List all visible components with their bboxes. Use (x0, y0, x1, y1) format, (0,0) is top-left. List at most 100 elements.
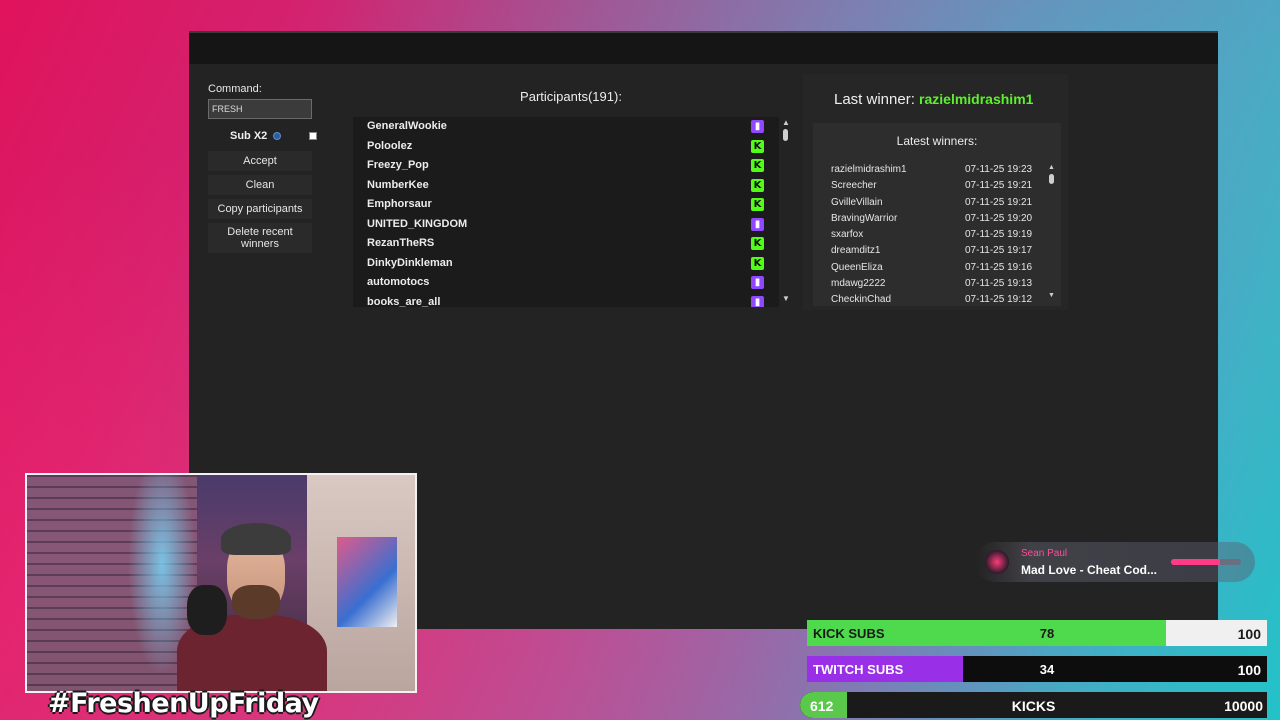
kick-icon: K (751, 139, 764, 153)
accept-button[interactable]: Accept (208, 151, 312, 171)
winner-row[interactable]: BravingWarrior 07-11-25 19:20 (831, 212, 1036, 228)
scroll-up-arrow-icon[interactable]: ▲ (782, 118, 790, 127)
twitch-subs-label: TWITCH SUBS (813, 662, 904, 677)
winner-row[interactable]: sxarfox 07-11-25 19:19 (831, 228, 1036, 244)
participants-title: Participants(191): (520, 89, 622, 104)
winner-row[interactable]: CheckinChad 07-11-25 19:12 (831, 293, 1036, 303)
last-winner-label: Last winner: (834, 91, 915, 108)
kick-icon: K (751, 256, 764, 270)
webcam-feed (25, 473, 417, 693)
twitch-subs-goal: 100 (1237, 662, 1261, 678)
winner-time: 07-11-25 19:19 (965, 229, 1033, 241)
winner-name: BravingWarrior (831, 212, 898, 224)
winner-row[interactable]: GvilleVillain 07-11-25 19:21 (831, 196, 1036, 212)
participant-row[interactable]: Poloolez K (353, 137, 779, 157)
twitch-subs-bar: TWITCH SUBS 34 100 (807, 656, 1267, 682)
winner-name: GvilleVillain (831, 196, 883, 208)
kick-subs-bar: KICK SUBS 78 100 (807, 620, 1267, 646)
winner-name: mdawg2222 (831, 278, 886, 290)
twitch-icon: ▮ (751, 295, 764, 307)
album-art (985, 550, 1009, 574)
participant-name: UNITED_KINGDOM (367, 217, 468, 230)
kick-icon: K (751, 237, 764, 250)
participants-scrollbar[interactable] (783, 129, 788, 141)
participant-name: Freezy_Pop (367, 159, 429, 171)
latest-winners-box: Latest winners: razielmidrashim1 07-11-25… (813, 123, 1061, 306)
latest-winners-list[interactable]: razielmidrashim1 07-11-25 19:23 Screecher 0… (831, 163, 1036, 303)
now-playing-progress (1171, 559, 1241, 565)
winner-time: 07-11-25 19:21 (965, 196, 1033, 208)
scroll-down-arrow-icon[interactable]: ▼ (782, 294, 790, 303)
kicks-goal: 10000 (1224, 698, 1263, 714)
now-playing-widget: Sean Paul Mad Love - Cheat Cod... (975, 542, 1255, 582)
winners-panel: Last winner: razielmidrashim1 Latest win… (803, 74, 1068, 310)
winner-row[interactable]: mdawg2222 07-11-25 19:13 (831, 277, 1036, 293)
latest-winners-title: Latest winners: (896, 134, 978, 148)
participant-row[interactable]: UNITED_KINGDOM ▮ (353, 215, 779, 235)
copy-participants-button[interactable]: Copy participants (208, 199, 312, 219)
winner-name: sxarfox (831, 229, 864, 241)
participant-name: automotocs (367, 276, 430, 288)
participant-row[interactable]: books_are_all ▮ (353, 293, 779, 308)
kicks-label: KICKS (1011, 698, 1056, 714)
info-icon[interactable] (273, 132, 281, 140)
winner-time: 07-11-25 19:23 (965, 164, 1033, 175)
participant-name: GeneralWookie (367, 120, 447, 132)
delete-recent-winners-button[interactable]: Delete recent winners (208, 223, 312, 253)
winner-time: 07-11-25 19:12 (965, 294, 1033, 303)
now-playing-title: Mad Love - Cheat Cod... (1021, 563, 1158, 577)
participant-name: books_are_all (367, 295, 441, 308)
winners-scrollbar[interactable] (1049, 174, 1054, 184)
last-winner: Last winner: razielmidrashim1 (834, 91, 1033, 108)
participant-row[interactable]: NumberKee K (353, 176, 779, 196)
twitch-subs-count: 34 (1039, 662, 1055, 677)
sub-x2-row: Sub X2 (208, 127, 317, 147)
winner-name: CheckinChad (831, 294, 892, 303)
winner-row[interactable]: Screecher 07-11-25 19:21 (831, 179, 1036, 195)
clean-button[interactable]: Clean (208, 175, 312, 195)
winner-time: 07-11-25 19:20 (965, 212, 1033, 224)
winner-time: 07-11-25 19:16 (965, 261, 1033, 273)
participant-name: DinkyDinkleman (367, 256, 453, 269)
controls-panel: Command: Sub X2 Accept Clean Copy partic… (208, 83, 317, 253)
participants-list[interactable]: GeneralWookie ▮ Poloolez K Freezy_Pop K Number… (353, 117, 779, 307)
participant-name: NumberKee (367, 178, 429, 191)
participant-name: Poloolez (367, 139, 413, 152)
winners-scroll-up-icon[interactable]: ▲ (1048, 164, 1055, 171)
winner-row[interactable]: dreamditz1 07-11-25 19:17 (831, 244, 1036, 260)
winner-time: 07-11-25 19:21 (965, 180, 1033, 192)
participant-row[interactable]: RezanTheRS K (353, 234, 779, 254)
winner-name: dreamditz1 (831, 245, 881, 257)
sub-x2-checkbox[interactable] (309, 132, 317, 140)
participant-row[interactable]: DinkyDinkleman K (353, 254, 779, 274)
command-input[interactable] (208, 99, 312, 119)
winner-row[interactable]: QueenEliza 07-11-25 19:16 (831, 261, 1036, 277)
command-label: Command: (208, 83, 262, 95)
hashtag-banner: #FreshenUpFriday (48, 688, 319, 719)
winner-name: razielmidrashim1 (831, 164, 907, 175)
participant-row[interactable]: automotocs ▮ (353, 273, 779, 293)
sub-x2-label: Sub X2 (230, 130, 268, 142)
participant-row[interactable]: Emphorsaur K (353, 195, 779, 215)
kick-icon: K (751, 178, 764, 192)
twitch-icon: ▮ (751, 276, 764, 289)
winner-time: 07-11-25 19:17 (965, 245, 1033, 257)
kicks-bar: 612 KICKS 10000 (800, 692, 1267, 718)
participant-name: RezanTheRS (367, 237, 435, 249)
winners-scroll-down-icon[interactable]: ▼ (1048, 292, 1055, 299)
twitch-icon: ▮ (751, 120, 764, 133)
winner-name: Screecher (831, 180, 877, 192)
kick-icon: K (751, 198, 764, 211)
participant-row[interactable]: GeneralWookie ▮ (353, 117, 779, 137)
twitch-icon: ▮ (751, 217, 764, 231)
wall-art (337, 537, 397, 627)
winner-row[interactable]: razielmidrashim1 07-11-25 19:23 (831, 163, 1036, 179)
kick-subs-label: KICK SUBS (813, 626, 885, 641)
kick-icon: K (751, 159, 764, 172)
winner-name: QueenEliza (831, 261, 883, 273)
kick-subs-count: 78 (1039, 626, 1055, 641)
participant-name: Emphorsaur (367, 198, 432, 210)
last-winner-name: razielmidrashim1 (919, 91, 1034, 107)
participant-row[interactable]: Freezy_Pop K (353, 156, 779, 176)
kick-subs-goal: 100 (1237, 626, 1261, 642)
